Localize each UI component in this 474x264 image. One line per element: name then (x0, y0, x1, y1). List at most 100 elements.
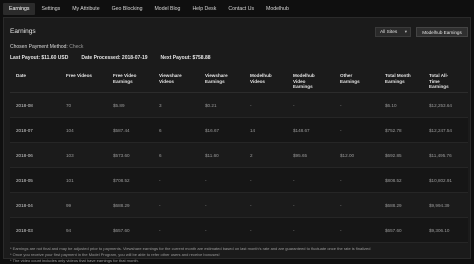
cell-total-all-time-earnings: $11,495.76 (429, 153, 452, 158)
cell-modelhub-videos: - (250, 203, 252, 208)
column-header-date: Date (16, 73, 26, 78)
cell-modelhub-videos: 14 (250, 128, 256, 133)
cell-modelhub-video-earnings: - (293, 103, 295, 108)
nav-settings[interactable]: Settings (35, 3, 66, 15)
cell-date: 2018-08 (16, 103, 33, 108)
nav-geo-blocking[interactable]: Geo Blocking (106, 3, 149, 15)
cell-modelhub-video-earnings: $95.65 (293, 153, 308, 158)
table-row: 2018-04 99 $688.29 - - - - - $688.29 $9,… (10, 193, 468, 218)
cell-viewshare-videos: 6 (159, 153, 162, 158)
cell-modelhub-video-earnings: $148.67 (293, 128, 310, 133)
payment-method-label: Chosen Payment Method: (10, 44, 68, 50)
cell-viewshare-earnings: - (205, 203, 207, 208)
cell-total-month-earnings: $808.52 (385, 178, 402, 183)
earnings-panel: Earnings All Sites ▾ Modelhub Earnings C… (3, 17, 471, 263)
cell-viewshare-earnings: - (205, 178, 207, 183)
cell-free-video-earnings: $587.44 (113, 128, 130, 133)
cell-total-month-earnings: $6.10 (385, 103, 397, 108)
cell-other-earnings: - (340, 228, 342, 233)
payout-summary: Last Payout: $11.60 USD Date Processed: … (10, 55, 211, 61)
cell-free-videos: 99 (66, 203, 72, 208)
payment-method-value: Check (69, 44, 84, 50)
sites-dropdown[interactable]: All Sites ▾ (375, 27, 411, 37)
cell-free-videos: 101 (66, 178, 74, 183)
cell-date: 2018-04 (16, 203, 33, 208)
cell-total-all-time-earnings: $9,306.10 (429, 228, 450, 233)
cell-modelhub-videos: - (250, 228, 252, 233)
last-payout: Last Payout: $11.60 USD (10, 55, 69, 61)
earnings-table: Date Free Videos Free Video Earnings Vie… (10, 69, 468, 243)
cell-modelhub-video-earnings: - (293, 178, 295, 183)
column-header-free-video-earnings: Free Video Earnings (113, 73, 137, 84)
cell-modelhub-video-earnings: - (293, 203, 295, 208)
cell-other-earnings: $12.00 (340, 153, 355, 158)
cell-date: 2018-05 (16, 178, 33, 183)
footnote-video-count: * The video count includes only videos t… (10, 258, 139, 263)
nav-model-blog[interactable]: Model Blog (148, 3, 186, 15)
cell-free-videos: 104 (66, 128, 74, 133)
cell-free-videos: 70 (66, 103, 72, 108)
cell-free-video-earnings: $657.60 (113, 228, 130, 233)
footnotes: * Earnings are not final and may be adju… (10, 246, 370, 264)
column-header-total-month-earnings: Total Month Earnings (385, 73, 411, 84)
page-title: Earnings (10, 28, 36, 35)
cell-total-all-time-earnings: $10,802.91 (429, 178, 452, 183)
cell-viewshare-earnings: $0.21 (205, 103, 217, 108)
cell-viewshare-videos: - (159, 228, 161, 233)
table-row: 2018-03 94 $657.60 - - - - - $657.60 $9,… (10, 218, 468, 243)
column-header-other-earnings: Other Earnings (340, 73, 360, 84)
cell-free-video-earnings: $688.29 (113, 203, 130, 208)
chevron-down-icon: ▾ (404, 29, 407, 34)
cell-date: 2018-03 (16, 228, 33, 233)
next-payout: Next Payout: $758.88 (160, 55, 211, 61)
cell-modelhub-videos: - (250, 178, 252, 183)
nav-earnings[interactable]: Earnings (3, 3, 36, 15)
cell-other-earnings: - (340, 128, 342, 133)
column-header-modelhub-video-earnings: Modelhub Video Earnings (293, 73, 315, 90)
column-header-viewshare-earnings: Viewshare Earnings (205, 73, 228, 84)
nav-modelhub[interactable]: Modelhub (260, 3, 295, 15)
column-header-total-all-time-earnings: Total All- Time Earnings (429, 73, 449, 90)
cell-viewshare-earnings: $11.60 (205, 153, 219, 158)
cell-free-video-earnings: $573.60 (113, 153, 130, 158)
cell-other-earnings: - (340, 103, 342, 108)
cell-viewshare-videos: - (159, 203, 161, 208)
top-nav: Earnings Settings My Attribute Geo Block… (3, 3, 471, 15)
cell-other-earnings: - (340, 203, 342, 208)
cell-viewshare-videos: 6 (159, 128, 162, 133)
table-header: Date Free Videos Free Video Earnings Vie… (10, 69, 468, 93)
cell-viewshare-earnings: $16.67 (205, 128, 220, 133)
cell-free-videos: 103 (66, 153, 74, 158)
table-row: 2018-06 103 $573.60 6 $11.60 2 $95.65 $1… (10, 143, 468, 168)
table-row: 2018-08 70 $5.89 3 $0.21 - - - $6.10 $12… (10, 93, 468, 118)
cell-total-month-earnings: $752.78 (385, 128, 402, 133)
cell-free-video-earnings: $708.52 (113, 178, 130, 183)
cell-total-all-time-earnings: $9,994.39 (429, 203, 450, 208)
cell-total-all-time-earnings: $12,247.54 (429, 128, 452, 133)
table-row: 2018-05 101 $708.52 - - - - - $808.52 $1… (10, 168, 468, 193)
table-row: 2018-07 104 $587.44 6 $16.67 14 $148.67 … (10, 118, 468, 143)
column-header-viewshare-videos: Viewshare Videos (159, 73, 182, 84)
cell-modelhub-video-earnings: - (293, 228, 295, 233)
modelhub-earnings-button[interactable]: Modelhub Earnings (416, 27, 468, 37)
cell-modelhub-videos: 2 (250, 153, 253, 158)
nav-contact-us[interactable]: Contact Us (222, 3, 260, 15)
nav-help-desk[interactable]: Help Desk (186, 3, 222, 15)
date-processed: Date Processed: 2018-07-19 (81, 55, 148, 61)
payment-method: Chosen Payment Method: Check (10, 44, 83, 50)
sites-dropdown-value: All Sites (380, 29, 398, 35)
cell-viewshare-videos: 3 (159, 103, 162, 108)
column-header-free-videos: Free Videos (66, 73, 92, 78)
cell-free-video-earnings: $5.89 (113, 103, 125, 108)
cell-total-all-time-earnings: $12,253.64 (429, 103, 452, 108)
cell-date: 2018-07 (16, 128, 33, 133)
cell-total-month-earnings: $692.85 (385, 153, 402, 158)
cell-free-videos: 94 (66, 228, 72, 233)
column-header-modelhub-videos: Modelhub Videos (250, 73, 272, 84)
cell-modelhub-videos: - (250, 103, 252, 108)
cell-total-month-earnings: $657.60 (385, 228, 402, 233)
cell-date: 2018-06 (16, 153, 33, 158)
nav-my-attribute[interactable]: My Attribute (66, 3, 105, 15)
cell-viewshare-videos: - (159, 178, 161, 183)
cell-other-earnings: - (340, 178, 342, 183)
